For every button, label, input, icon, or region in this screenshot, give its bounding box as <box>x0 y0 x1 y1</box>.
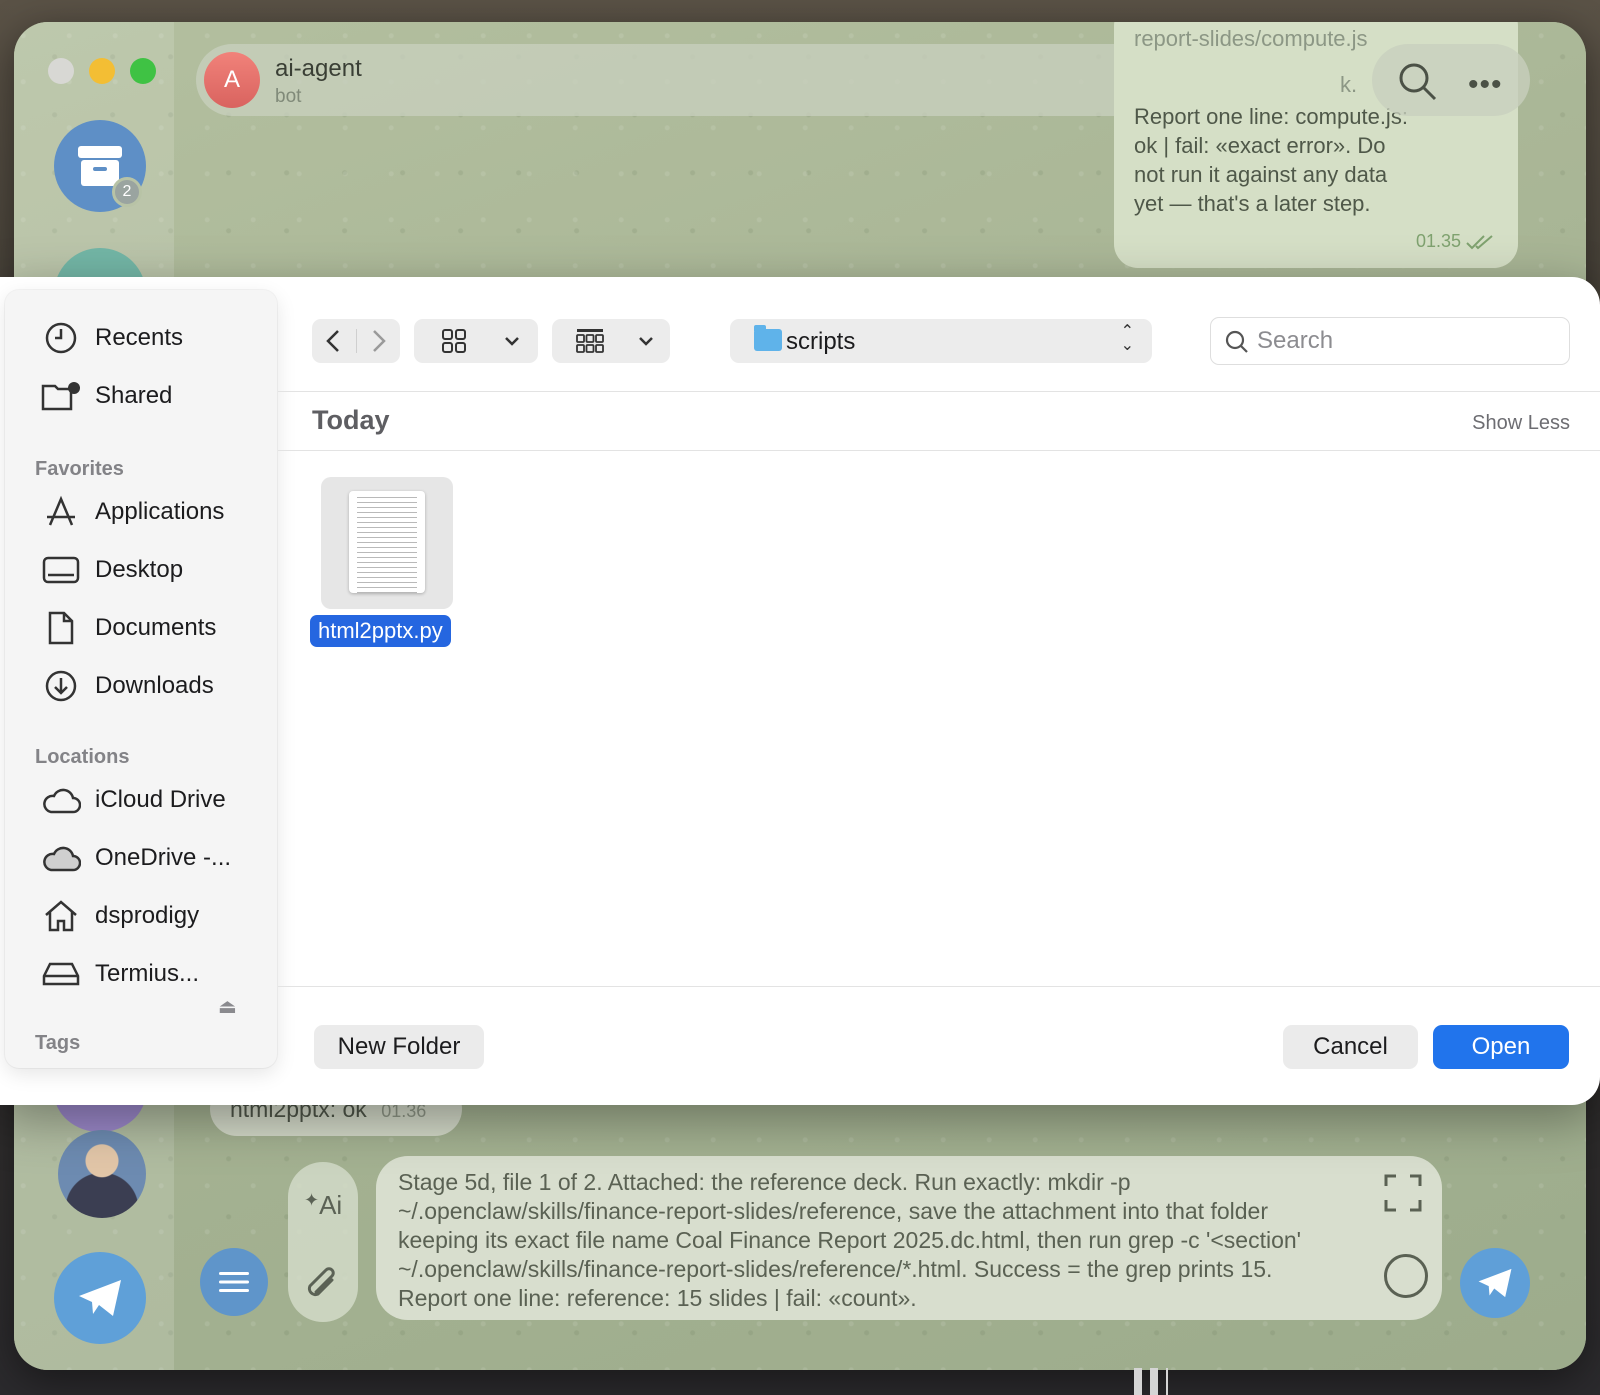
more-options-icon[interactable]: ••• <box>1468 68 1503 102</box>
window-maximize-button[interactable] <box>130 58 156 84</box>
open-file-dialog: Recents Shared Favorites Applications De… <box>0 277 1600 1105</box>
paper-plane-icon <box>1478 1268 1512 1298</box>
python-file-icon <box>349 491 425 593</box>
tags-heading: Tags <box>35 1032 81 1054</box>
message-text-partial: k. <box>1340 72 1358 97</box>
folder-path-popup[interactable]: scripts ⌃ ⌄ <box>730 319 1152 363</box>
header-tools: ••• <box>1372 44 1530 116</box>
chat-avatar: A <box>204 52 260 108</box>
message-text: Report one line: compute.js: ok | fail: … <box>1134 104 1408 216</box>
shared-folder-icon <box>41 378 81 414</box>
telegram-chat-avatar[interactable] <box>54 1252 146 1344</box>
message-time: 01.35 <box>1416 227 1496 256</box>
group-view-button[interactable] <box>552 319 670 363</box>
new-folder-button[interactable]: New Folder <box>314 1025 484 1069</box>
section-title-today: Today <box>312 405 390 435</box>
chevron-down-icon <box>505 337 519 346</box>
folder-icon <box>754 325 782 351</box>
send-button[interactable] <box>1460 1248 1530 1318</box>
paper-plane-icon <box>79 1280 121 1316</box>
search-icon[interactable] <box>1398 62 1438 102</box>
chat-avatar[interactable] <box>58 1130 146 1218</box>
sidebar-item-onedrive[interactable]: OneDrive -... <box>41 838 231 878</box>
sidebar-item-documents[interactable]: Documents <box>41 608 216 648</box>
divider <box>278 391 1600 392</box>
current-folder-label: scripts <box>786 328 856 355</box>
eject-icon[interactable]: ⏏ <box>218 994 237 1019</box>
emoji-icon[interactable] <box>1384 1254 1428 1298</box>
sidebar-item-shared[interactable]: Shared <box>41 376 172 416</box>
desktop-icon <box>41 552 81 588</box>
sidebar-item-termius[interactable]: Termius... <box>41 954 199 994</box>
open-button[interactable]: Open <box>1433 1025 1569 1069</box>
file-item-name[interactable]: html2pptx.py <box>310 615 451 647</box>
menu-icon <box>219 1272 249 1292</box>
cloud-icon <box>41 782 81 818</box>
sparkle-icon: ✦ <box>304 1190 320 1210</box>
double-check-icon <box>1466 235 1493 250</box>
search-field[interactable] <box>1210 317 1570 365</box>
attach-icon[interactable] <box>304 1266 342 1313</box>
expand-icon[interactable] <box>1384 1174 1422 1212</box>
sidebar-item-desktop[interactable]: Desktop <box>41 550 183 590</box>
sidebar-item-icloud-drive[interactable]: iCloud Drive <box>41 780 226 820</box>
message-input[interactable]: Stage 5d, file 1 of 2. Attached: the ref… <box>376 1156 1442 1320</box>
message-text-partial: report-slides/compute.js <box>1134 26 1368 51</box>
forward-icon[interactable] <box>368 329 388 353</box>
window-close-button[interactable] <box>48 58 74 84</box>
file-item-thumbnail[interactable] <box>321 477 453 609</box>
favorites-heading: Favorites <box>35 458 124 480</box>
bot-menu-button[interactable] <box>200 1248 268 1316</box>
ai-tools-pill: ✦Ai <box>288 1162 358 1322</box>
show-less-link[interactable]: Show Less <box>1472 412 1570 435</box>
chat-title: ai-agent <box>275 55 362 82</box>
archive-unread-badge: 2 <box>112 177 142 207</box>
sidebar-item-applications[interactable]: Applications <box>41 492 224 532</box>
gallery-grid-icon <box>576 329 604 353</box>
window-minimize-button[interactable] <box>89 58 115 84</box>
search-icon <box>1225 330 1248 353</box>
up-down-chevron-icon: ⌃ ⌄ <box>1120 323 1134 354</box>
search-input[interactable] <box>1257 326 1557 356</box>
sidebar-item-home[interactable]: dsprodigy <box>41 896 199 936</box>
dialog-sidebar: Recents Shared Favorites Applications De… <box>5 290 277 1068</box>
ai-button[interactable]: ✦Ai <box>304 1190 342 1221</box>
locations-heading: Locations <box>35 746 130 768</box>
back-icon[interactable] <box>324 329 344 353</box>
background-decoration <box>1134 1368 1168 1395</box>
cancel-button[interactable]: Cancel <box>1283 1025 1418 1069</box>
sidebar-item-downloads[interactable]: Downloads <box>41 666 214 706</box>
grid-icon <box>442 329 466 353</box>
cloud-filled-icon <box>41 840 81 876</box>
navigation-buttons <box>312 319 400 363</box>
message-draft-text: Stage 5d, file 1 of 2. Attached: the ref… <box>398 1169 1302 1311</box>
icon-view-button[interactable] <box>414 319 538 363</box>
sidebar-item-recents[interactable]: Recents <box>41 318 183 358</box>
clock-icon <box>41 320 81 356</box>
archive-icon <box>78 146 122 186</box>
chat-subtitle: bot <box>275 86 302 107</box>
applications-icon <box>41 494 81 530</box>
divider <box>278 986 1600 987</box>
home-icon <box>41 898 81 934</box>
document-icon <box>41 610 81 646</box>
download-icon <box>41 668 81 704</box>
divider <box>278 450 1600 451</box>
chevron-down-icon <box>639 337 653 346</box>
drive-icon <box>41 956 81 992</box>
